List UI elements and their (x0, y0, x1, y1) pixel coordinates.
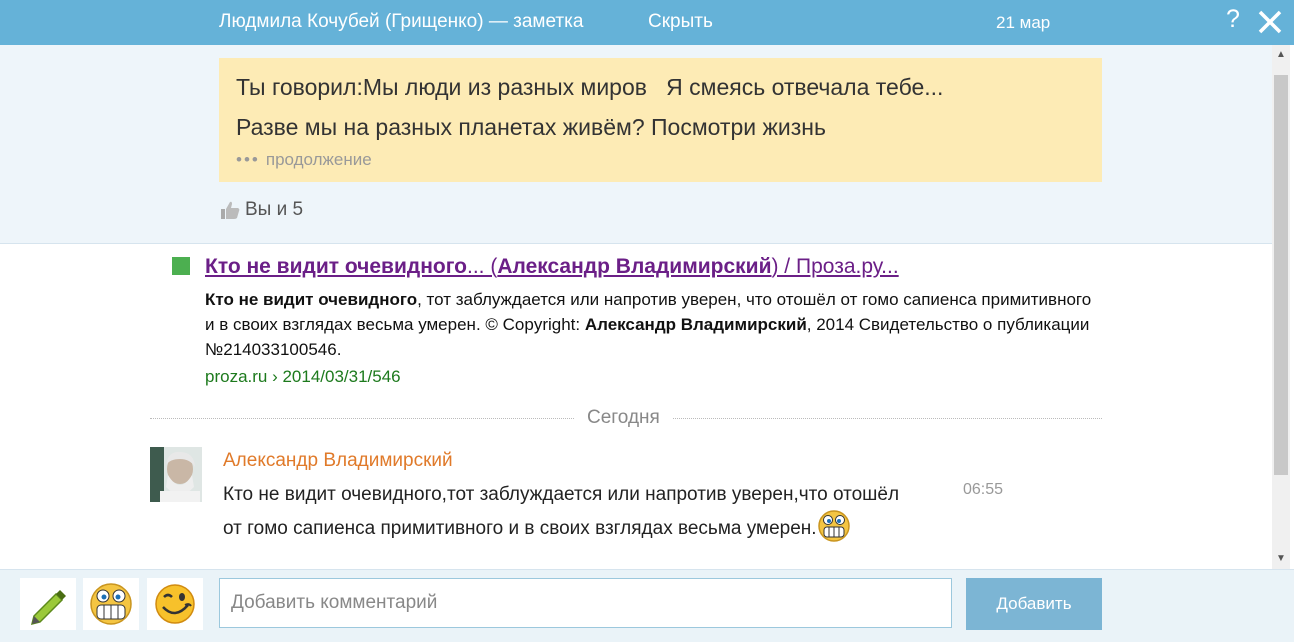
scrollbar-thumb[interactable] (1274, 75, 1288, 475)
wink-smiley-button[interactable] (147, 578, 203, 630)
date-divider-label: Сегодня (575, 407, 672, 429)
comment-time: 06:55 (963, 481, 1004, 498)
feed-content: Ты говорил:Мы люди из разных миров Я сме… (0, 45, 1272, 569)
link-preview-snippet: Кто не видит очевидного, тот заблуждаетс… (205, 287, 1105, 362)
note-card: Ты говорил:Мы люди из разных миров Я сме… (219, 58, 1102, 182)
scroll-down-arrow-icon[interactable]: ▼ (1272, 549, 1290, 569)
continue-link[interactable]: ••• продолжение (236, 150, 372, 170)
note-text-line-1: Ты говорил:Мы люди из разных миров Я сме… (236, 74, 944, 100)
grin-smiley-icon (817, 510, 850, 542)
note-section: Ты говорил:Мы люди из разных миров Я сме… (0, 45, 1272, 244)
title-text-2: ) / Проза.ру... (771, 255, 899, 278)
link-preview-title[interactable]: Кто не видит очевидного... (Александр Вл… (205, 255, 899, 279)
note-date: 21 мар (996, 13, 1051, 32)
close-icon[interactable] (1256, 4, 1284, 36)
pencil-icon (30, 590, 66, 626)
comment-text: Кто не видит очевидного,тот заблуждается… (223, 484, 900, 539)
note-text-line-2: Разве мы на разных планетах живём? Посмо… (236, 114, 826, 140)
wink-smiley-icon (155, 584, 195, 624)
link-preview-url[interactable]: proza.ru › 2014/03/31/546 (205, 367, 401, 387)
comment-footer: Добавить (0, 569, 1294, 642)
continue-label: продолжение (265, 150, 372, 169)
grin-smiley-button[interactable] (83, 578, 139, 630)
likes-count: Вы и 5 (245, 199, 304, 220)
grin-smiley-icon (90, 583, 132, 625)
help-icon[interactable]: ? (1226, 5, 1240, 34)
add-comment-button[interactable]: Добавить (966, 578, 1102, 630)
snippet-bold-2: Александр Владимирский (584, 315, 807, 334)
note-author-title[interactable]: Людмила Кочубей (Грищенко) — заметка (219, 11, 583, 33)
avatar[interactable] (150, 447, 202, 502)
hide-button[interactable]: Скрыть (648, 11, 713, 33)
header-bar: Людмила Кочубей (Грищенко) — заметка Скр… (0, 0, 1294, 45)
likes-button[interactable]: Вы и 5 (219, 199, 303, 221)
title-bold-2: Александр Владимирский (497, 255, 772, 278)
comment-body: Кто не видит очевидного,тот заблуждается… (223, 480, 923, 543)
scroll-up-arrow-icon[interactable]: ▲ (1272, 45, 1290, 65)
title-bold-1: Кто не видит очевидного (205, 255, 467, 278)
title-text-1: ... ( (467, 255, 498, 278)
green-square-icon (172, 257, 190, 275)
scrollbar[interactable]: ▲ ▼ (1272, 45, 1290, 569)
comment-author[interactable]: Александр Владимирский (223, 450, 453, 472)
comment-input[interactable] (219, 578, 952, 628)
more-dots: ••• (236, 150, 260, 169)
pencil-button[interactable] (20, 578, 76, 630)
snippet-bold-1: Кто не видит очевидного (205, 290, 418, 309)
thumbs-up-icon (221, 201, 240, 219)
